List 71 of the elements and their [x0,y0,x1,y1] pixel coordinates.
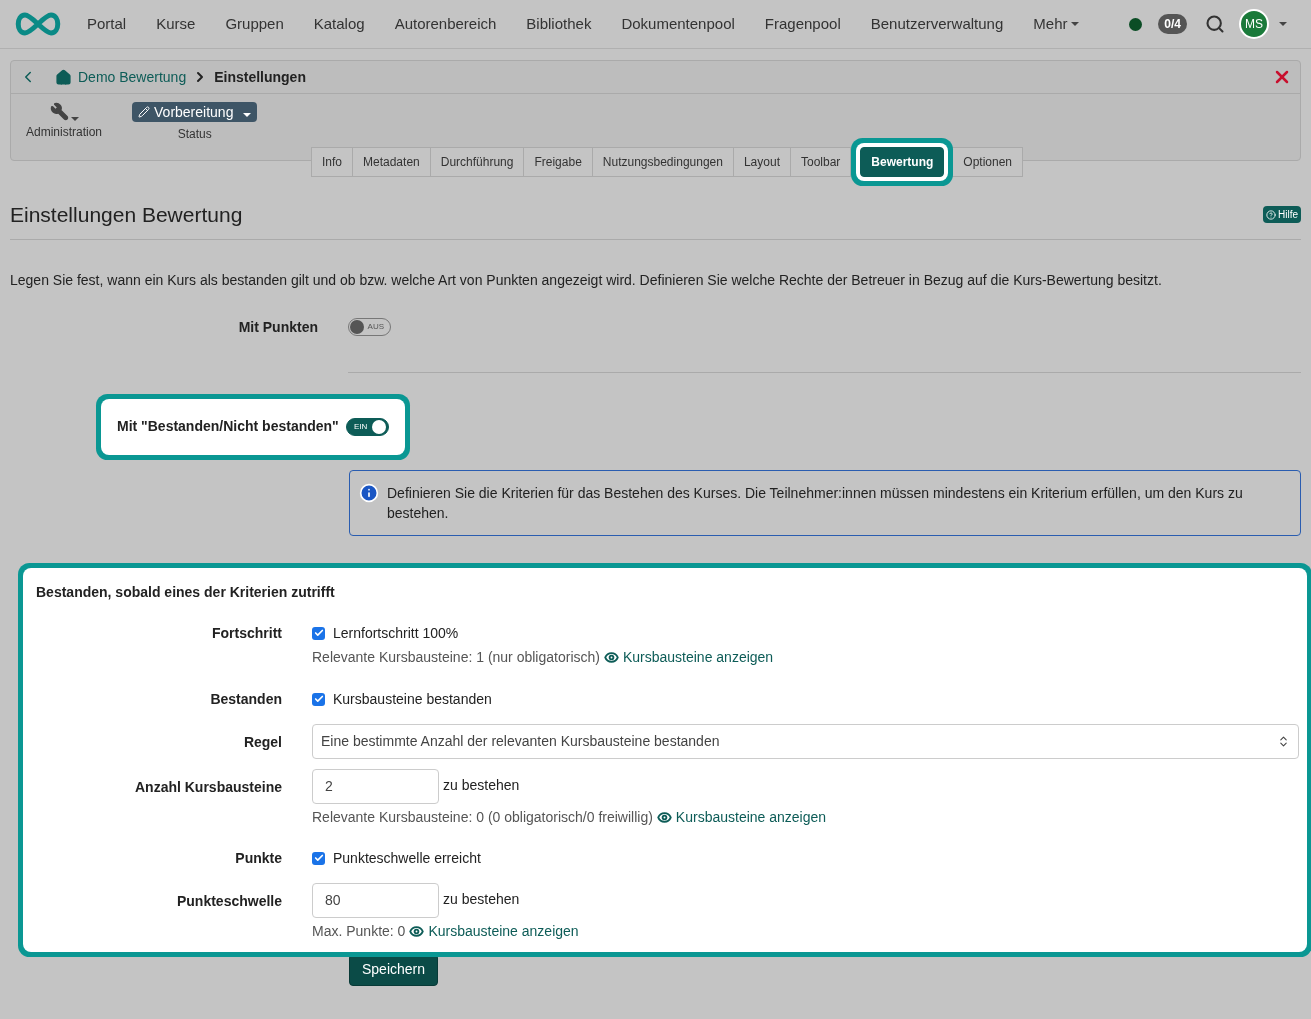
settings-tab[interactable]: Nutzungsbedingungen [591,147,734,177]
settings-tab[interactable]: Info [311,147,353,177]
nav-item[interactable]: Benutzerverwaltung [855,12,1019,36]
eye-icon [603,649,619,665]
nav-item[interactable]: Bibliothek [511,12,607,36]
settings-tab[interactable]: Optionen [952,147,1024,177]
number-field[interactable]: 80 [312,882,439,918]
more-menu[interactable]: Mehr [1018,12,1095,36]
checkbox[interactable] [312,626,325,640]
toggle-switch[interactable]: EIN [346,417,389,436]
field-label: Bestanden [209,689,283,709]
status-button[interactable]: Vorbereitung [132,102,258,122]
field-label: Fortschritt [211,623,283,643]
caret-icon [1071,22,1080,26]
toggle-switch[interactable]: AUS [348,318,391,336]
nav-item[interactable]: Portal [72,12,142,36]
help-button[interactable]: Hilfe [1263,206,1301,224]
breadcrumb-current: Einstellungen [214,67,306,87]
caret-icon [243,112,252,117]
breadcrumb-link[interactable]: Demo Bewertung [78,66,187,88]
page-description: Legen Sie fest, wann ein Kurs als bestanden gilt und ob bzw. welche Art von Punkten angezeigt wird. Definieren Sie welche Rechte der Betreuer in Bezug auf die Kurs-Bewertung besitzt. [10,270,1163,290]
nav-item[interactable]: Autorenbereich [379,12,512,36]
info-icon [359,482,379,503]
field-label: Anzahl Kursbausteine [133,777,283,797]
field-label: Regel [242,732,283,752]
show-modules-link[interactable]: Kursbausteine anzeigen [409,920,579,942]
user-avatar[interactable]: MS [1239,9,1269,39]
checkbox[interactable] [312,692,325,706]
field-suffix: zu bestehen [443,775,520,795]
status-label: Status [177,126,212,143]
settings-tab[interactable]: Layout [732,147,791,177]
admin-label: Administration [26,124,103,141]
rule-select[interactable]: Eine bestimmte Anzahl der relevanten Kursbausteine bestanden [312,723,1299,759]
settings-tab[interactable]: Durchführung [429,147,525,177]
nav-item[interactable]: Fragenpool [749,12,856,36]
field-note: Relevante Kursbausteine: 0 (0 obligatorisch/0 freiwillig) [312,807,653,827]
number-field[interactable]: 2 [312,768,439,804]
nav-item[interactable]: Kurse [141,12,211,36]
pencil-icon [138,106,151,118]
search-icon[interactable] [1205,14,1225,34]
criteria-title: Bestanden, sobald eines der Kriterien zutrifft [35,582,336,602]
settings-tab[interactable]: Toolbar [789,147,852,177]
show-modules-link[interactable]: Kursbausteine anzeigen [603,646,774,668]
checkbox-label: Lernfortschritt 100% [333,623,459,643]
nav-item[interactable]: Dokumentenpool [606,12,750,36]
checkbox-label: Punkteschwelle erreicht [333,848,481,868]
field-label: Punkteschwelle [175,891,283,911]
checkbox-label: Kursbausteine bestanden [333,689,492,709]
caret-icon [70,117,79,121]
field-label: Punkte [234,848,283,868]
eye-icon [656,809,672,825]
home-icon [55,68,72,86]
info-text: Definieren Sie die Kriterien für das Bestehen des Kurses. Die Teilnehmer:innen müssen mindestens ein Kriterium erfüllen, um den Kurs zu bestehen. [387,483,1244,523]
field-suffix: zu bestehen [443,889,520,909]
select-arrows-icon [1277,734,1290,748]
settings-tab[interactable]: Freigabe [523,147,593,177]
checkbox[interactable] [312,851,325,865]
wrench-icon[interactable] [49,102,69,121]
setting-label: Mit "Bestanden/Nicht bestanden" [117,417,339,436]
field-note: Max. Punkte: 0 [312,921,406,941]
user-menu-caret-icon [1279,22,1287,26]
nav-item[interactable]: Katalog [298,12,380,36]
count-badge[interactable]: 0/4 [1158,14,1187,34]
help-icon [1266,209,1276,220]
page-title: Einstellungen Bewertung [10,202,243,228]
eye-icon [409,923,425,939]
nav-item[interactable]: Gruppen [210,12,299,36]
show-modules-link[interactable]: Kursbausteine anzeigen [656,806,827,828]
field-note: Relevante Kursbausteine: 1 (nur obligatorisch) [312,647,600,667]
settings-tab[interactable]: Metadaten [352,147,431,177]
setting-label: Mit Punkten [238,317,318,337]
